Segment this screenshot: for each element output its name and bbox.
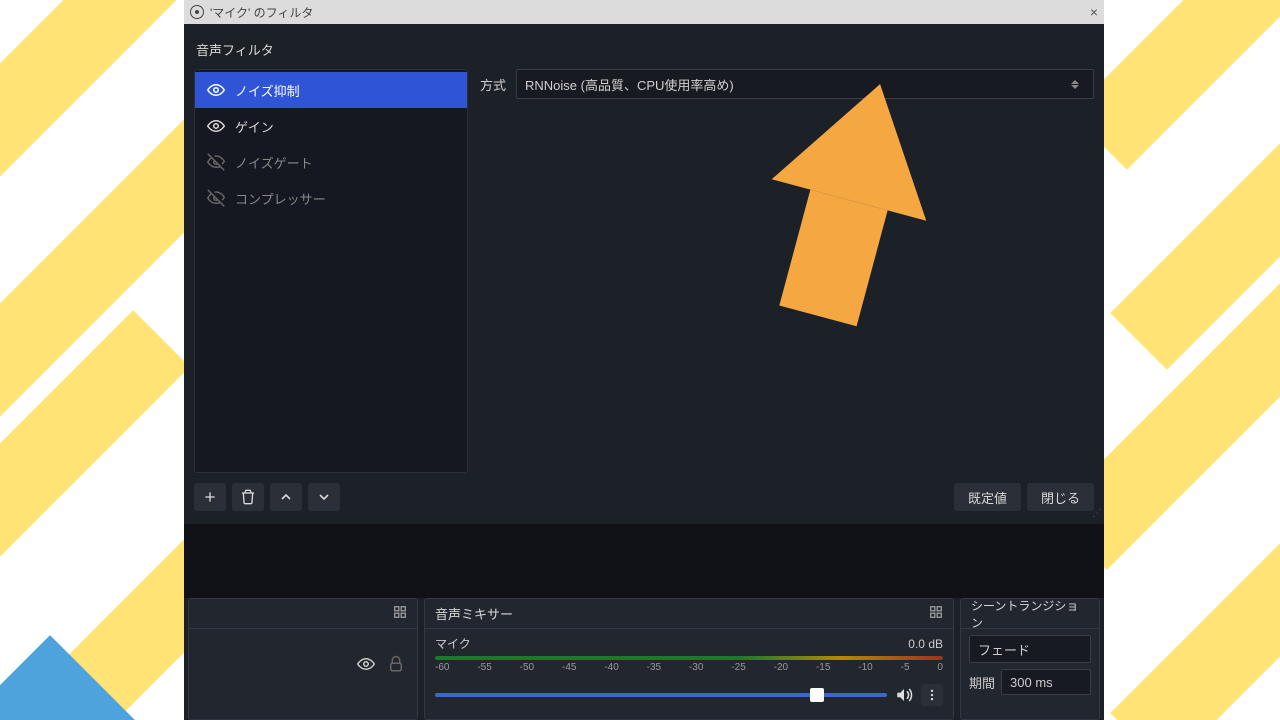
audio-meter: -60-55-50-45-40-35-30-25-20-15-10-50 — [435, 654, 943, 680]
filter-item-compressor[interactable]: コンプレッサー — [195, 180, 467, 216]
divider — [184, 524, 1104, 598]
filter-item-gain[interactable]: ゲイン — [195, 108, 467, 144]
mixer-source-name: マイク — [435, 635, 471, 652]
visibility-off-icon[interactable] — [207, 153, 225, 171]
close-icon[interactable]: × — [1090, 4, 1098, 20]
duration-input[interactable]: 300 ms — [1001, 669, 1091, 695]
filter-item-noise-suppression[interactable]: ノイズ抑制 — [195, 72, 467, 108]
spinner-icon — [1071, 80, 1085, 89]
remove-filter-button[interactable] — [232, 483, 264, 511]
method-label: 方式 — [480, 75, 506, 94]
titlebar: 'マイク' のフィルタ × — [184, 0, 1104, 24]
filter-label: ノイズ抑制 — [235, 81, 300, 100]
audio-mixer-dock: 音声ミキサー マイク 0.0 dB -60-55-50-45-40-35-30-… — [424, 598, 954, 720]
sources-dock — [188, 598, 418, 720]
obs-window: 'マイク' のフィルタ × 音声フィルタ ノイズ抑制 ゲイン — [184, 0, 1104, 720]
visibility-on-icon[interactable] — [207, 81, 225, 99]
duration-label: 期間 — [969, 673, 995, 692]
filter-label: ノイズゲート — [235, 153, 313, 172]
filter-label: ゲイン — [235, 117, 274, 136]
speaker-icon[interactable] — [895, 686, 913, 704]
popout-icon[interactable] — [393, 605, 407, 622]
filters-dialog: 音声フィルタ ノイズ抑制 ゲイン — [184, 24, 1104, 517]
window-title: 'マイク' のフィルタ — [210, 4, 313, 21]
visibility-icon[interactable] — [357, 655, 375, 673]
method-dropdown[interactable]: RNNoise (高品質、CPU使用率高め) — [516, 69, 1094, 99]
popout-icon[interactable] — [929, 605, 943, 622]
bottom-docks: 音声ミキサー マイク 0.0 dB -60-55-50-45-40-35-30-… — [184, 598, 1104, 720]
filter-label: コンプレッサー — [235, 189, 326, 208]
duration-value: 300 ms — [1010, 675, 1053, 690]
dock-title: シーントランジション — [971, 597, 1089, 631]
defaults-button[interactable]: 既定値 — [954, 483, 1021, 511]
visibility-off-icon[interactable] — [207, 189, 225, 207]
filter-item-noise-gate[interactable]: ノイズゲート — [195, 144, 467, 180]
dock-header: 音声ミキサー — [425, 599, 953, 629]
filter-properties: 方式 RNNoise (高品質、CPU使用率高め) — [480, 69, 1094, 473]
bg-stripe — [1110, 430, 1280, 720]
transition-mode-select[interactable]: フェード — [969, 635, 1091, 663]
resize-grip[interactable]: ⋰ — [1092, 508, 1104, 520]
visibility-on-icon[interactable] — [207, 117, 225, 135]
transitions-dock: シーントランジション フェード 期間 300 ms — [960, 598, 1100, 720]
volume-slider[interactable] — [435, 693, 887, 697]
bg-stripe — [0, 0, 210, 250]
transition-mode-value: フェード — [978, 640, 1030, 659]
move-up-button[interactable] — [270, 483, 302, 511]
bg-stripe — [0, 310, 190, 649]
mixer-db-value: 0.0 dB — [908, 637, 943, 651]
bg-accent — [0, 635, 135, 720]
obs-icon — [190, 5, 204, 19]
section-title: 音声フィルタ — [194, 32, 1094, 69]
close-button[interactable]: 閉じる — [1027, 483, 1094, 511]
move-down-button[interactable] — [308, 483, 340, 511]
dock-title: 音声ミキサー — [435, 604, 513, 623]
dock-header: シーントランジション — [961, 599, 1099, 629]
add-filter-button[interactable] — [194, 483, 226, 511]
bg-stripe — [1110, 30, 1280, 369]
mixer-options-button[interactable] — [921, 684, 943, 706]
filter-list: ノイズ抑制 ゲイン ノイズゲート — [194, 69, 468, 473]
method-value: RNNoise (高品質、CPU使用率高め) — [525, 75, 734, 94]
lock-icon[interactable] — [387, 655, 405, 673]
dock-header — [189, 599, 417, 629]
